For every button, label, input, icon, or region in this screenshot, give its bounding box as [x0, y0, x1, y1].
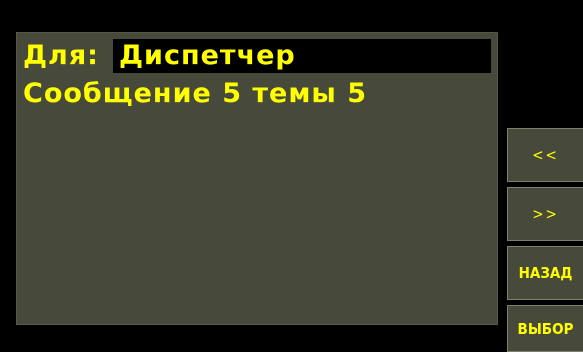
next-button-label: >> — [532, 205, 559, 223]
message-title: Сообщение 5 темы 5 — [23, 78, 368, 109]
back-button-label: НАЗАД — [518, 264, 573, 282]
terminal-screen: Для: Диспетчер Сообщение 5 темы 5 << >> … — [0, 0, 583, 352]
recipient-label: Для: — [23, 40, 99, 71]
previous-button-label: << — [532, 146, 559, 164]
recipient-field[interactable]: Диспетчер — [113, 39, 491, 73]
back-button[interactable]: НАЗАД — [507, 246, 583, 300]
previous-button[interactable]: << — [507, 128, 583, 182]
message-panel: Для: Диспетчер Сообщение 5 темы 5 — [16, 32, 498, 325]
next-button[interactable]: >> — [507, 187, 583, 241]
select-button[interactable]: ВЫБОР — [507, 305, 583, 352]
recipient-row: Для: — [23, 39, 99, 73]
select-button-label: ВЫБОР — [517, 319, 574, 338]
